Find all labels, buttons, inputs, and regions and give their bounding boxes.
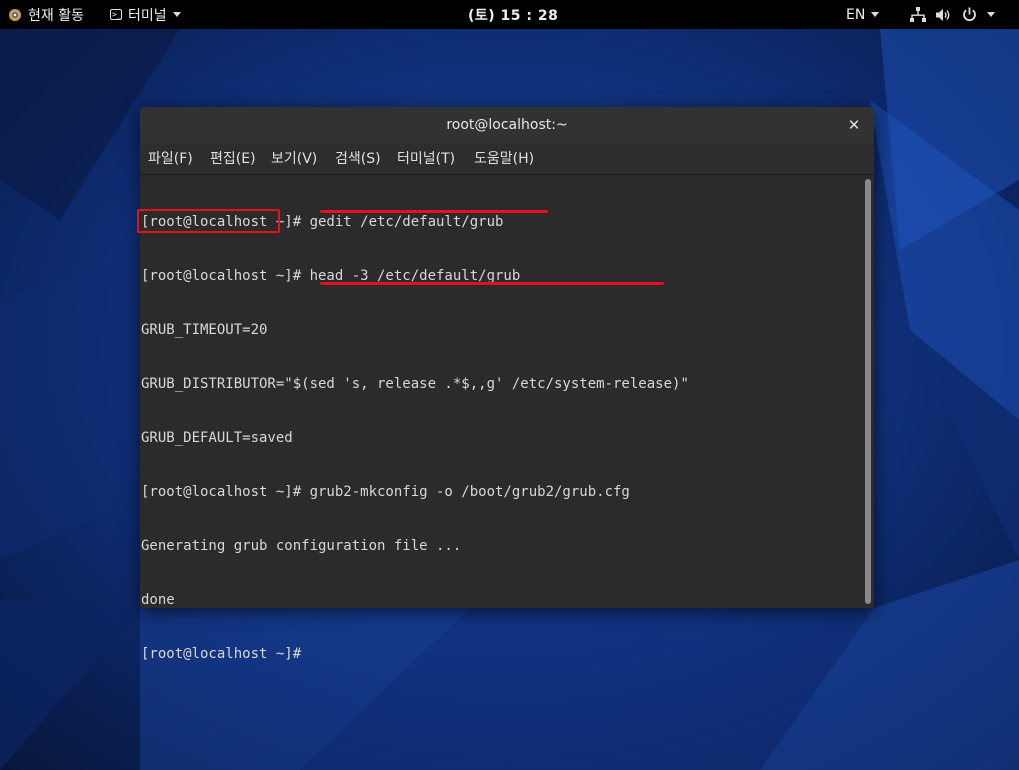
chevron-down-icon <box>871 12 880 17</box>
app-menu-label: 터미널 <box>128 7 167 24</box>
menu-file[interactable]: 파일(F) <box>148 144 193 174</box>
fedora-logo-icon <box>9 8 21 21</box>
activities-button[interactable]: 현재 활동 <box>8 0 84 29</box>
network-icon <box>910 7 926 22</box>
chevron-down-icon <box>987 12 995 17</box>
terminal-icon: >_ <box>110 9 122 20</box>
language-selector[interactable]: EN <box>846 0 880 29</box>
annotation-underline <box>320 282 664 285</box>
top-bar: 현재 활동 >_ 터미널 (토) 15 : 28 EN <box>0 0 1019 29</box>
clock[interactable]: (토) 15 : 28 <box>468 0 558 29</box>
annotation-underline <box>320 210 548 213</box>
app-menu-button[interactable]: >_ 터미널 <box>110 0 181 29</box>
language-label: EN <box>846 6 866 23</box>
volume-icon <box>936 8 950 21</box>
window-title: root@localhost:~ <box>446 117 568 133</box>
close-button[interactable]: ✕ <box>844 115 864 135</box>
menu-help[interactable]: 도움말(H) <box>474 144 534 174</box>
menu-search[interactable]: 검색(S) <box>335 144 381 174</box>
terminal-line: GRUB_DEFAULT=saved <box>141 430 293 446</box>
menu-bar: 파일(F) 편집(E) 보기(V) 검색(S) 터미널(T) 도움말(H) <box>140 144 874 175</box>
terminal-line: done <box>141 592 175 608</box>
terminal-output[interactable]: [root@localhost ~]# gedit /etc/default/g… <box>140 175 874 662</box>
activities-label: 현재 활동 <box>28 7 84 24</box>
menu-view[interactable]: 보기(V) <box>271 144 317 174</box>
terminal-window: root@localhost:~ ✕ 파일(F) 편집(E) 보기(V) 검색(… <box>140 107 874 662</box>
menu-terminal[interactable]: 터미널(T) <box>397 144 455 174</box>
terminal-line: [root@localhost ~]# <box>141 646 302 662</box>
system-menu-button[interactable] <box>910 0 995 29</box>
scrollbar[interactable] <box>865 179 871 604</box>
terminal-line: GRUB_TIMEOUT=20 <box>141 322 268 338</box>
menu-edit[interactable]: 편집(E) <box>210 144 256 174</box>
terminal-line: Generating grub configuration file ... <box>141 538 462 554</box>
terminal-line: [root@localhost ~]# grub2-mkconfig -o /b… <box>141 484 630 500</box>
terminal-line: GRUB_DISTRIBUTOR="$(sed 's, release .*$,… <box>141 376 689 392</box>
power-icon <box>963 7 976 22</box>
window-titlebar[interactable]: root@localhost:~ ✕ <box>140 107 874 144</box>
annotation-box <box>137 209 280 233</box>
chevron-down-icon <box>172 12 181 17</box>
